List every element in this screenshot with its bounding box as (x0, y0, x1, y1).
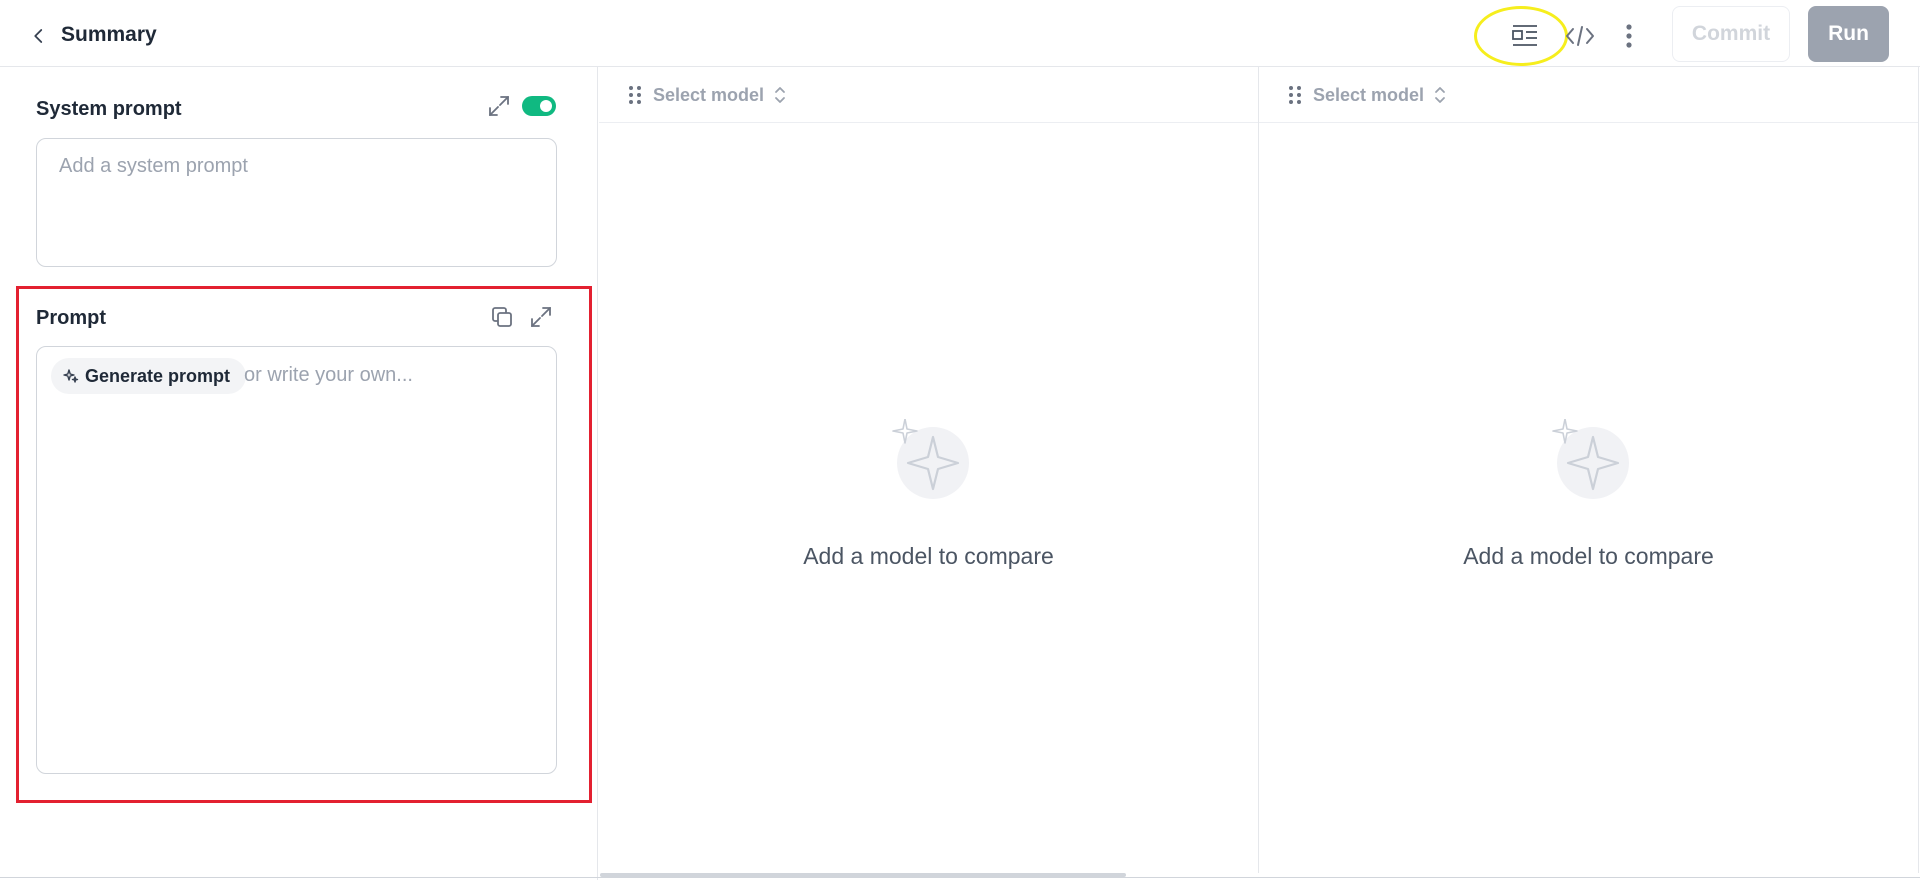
commit-button[interactable]: Commit (1672, 6, 1790, 62)
app-root: Summary Commit Run System prompt Add a s… (0, 0, 1920, 880)
layout-toggle-button[interactable] (1507, 18, 1543, 54)
code-icon (1566, 26, 1594, 46)
empty-state-text: Add a model to compare (803, 543, 1054, 569)
run-button[interactable]: Run (1808, 6, 1889, 62)
pane-header: Select model (599, 67, 1258, 123)
generate-prompt-button[interactable]: Generate prompt (51, 358, 247, 394)
chevron-updown-icon (1435, 87, 1445, 103)
system-prompt-input[interactable] (37, 139, 556, 266)
page-title: Summary (61, 23, 157, 46)
model-compare-pane-1: Select model Add a model to compare (599, 67, 1259, 873)
sparkle-icon (1552, 419, 1629, 499)
prompt-panel: System prompt Prompt (0, 67, 598, 880)
back-button[interactable] (24, 21, 54, 51)
expand-system-prompt-button[interactable] (486, 93, 512, 119)
chevron-updown-icon (775, 87, 785, 103)
model-compare-pane-2: Select model Add a model to compare (1259, 67, 1919, 873)
top-bar: Summary Commit Run (0, 0, 1920, 67)
prompt-title: Prompt (36, 307, 106, 329)
prompt-editor[interactable]: Generate prompt or write your own... (36, 346, 557, 774)
pane-header: Select model (1259, 67, 1918, 123)
select-model-dropdown[interactable]: Select model (1313, 82, 1446, 108)
expand-icon (531, 307, 551, 327)
drag-handle-icon[interactable] (1287, 85, 1303, 105)
layout-icon (1512, 25, 1537, 46)
system-prompt-box (36, 138, 557, 267)
expand-prompt-button[interactable] (528, 304, 554, 330)
prompt-placeholder: or write your own... (244, 364, 413, 386)
select-model-dropdown[interactable]: Select model (653, 82, 786, 108)
more-vertical-icon (1626, 24, 1632, 48)
sparkle-icon (63, 369, 79, 383)
system-prompt-title: System prompt (36, 98, 182, 120)
drag-handle-icon[interactable] (627, 85, 643, 105)
bottom-divider (0, 877, 1920, 878)
system-prompt-toggle[interactable] (522, 96, 556, 116)
copy-icon (492, 307, 512, 327)
select-model-label: Select model (1313, 84, 1425, 105)
expand-icon (489, 96, 509, 116)
more-options-button[interactable] (1611, 18, 1647, 54)
empty-state-text: Add a model to compare (1463, 543, 1714, 569)
generate-prompt-label: Generate prompt (85, 365, 231, 386)
sparkle-icon (892, 419, 969, 499)
chevron-left-icon (34, 29, 43, 43)
select-model-label: Select model (653, 84, 765, 105)
code-view-button[interactable] (1562, 18, 1598, 54)
copy-prompt-button[interactable] (489, 304, 515, 330)
